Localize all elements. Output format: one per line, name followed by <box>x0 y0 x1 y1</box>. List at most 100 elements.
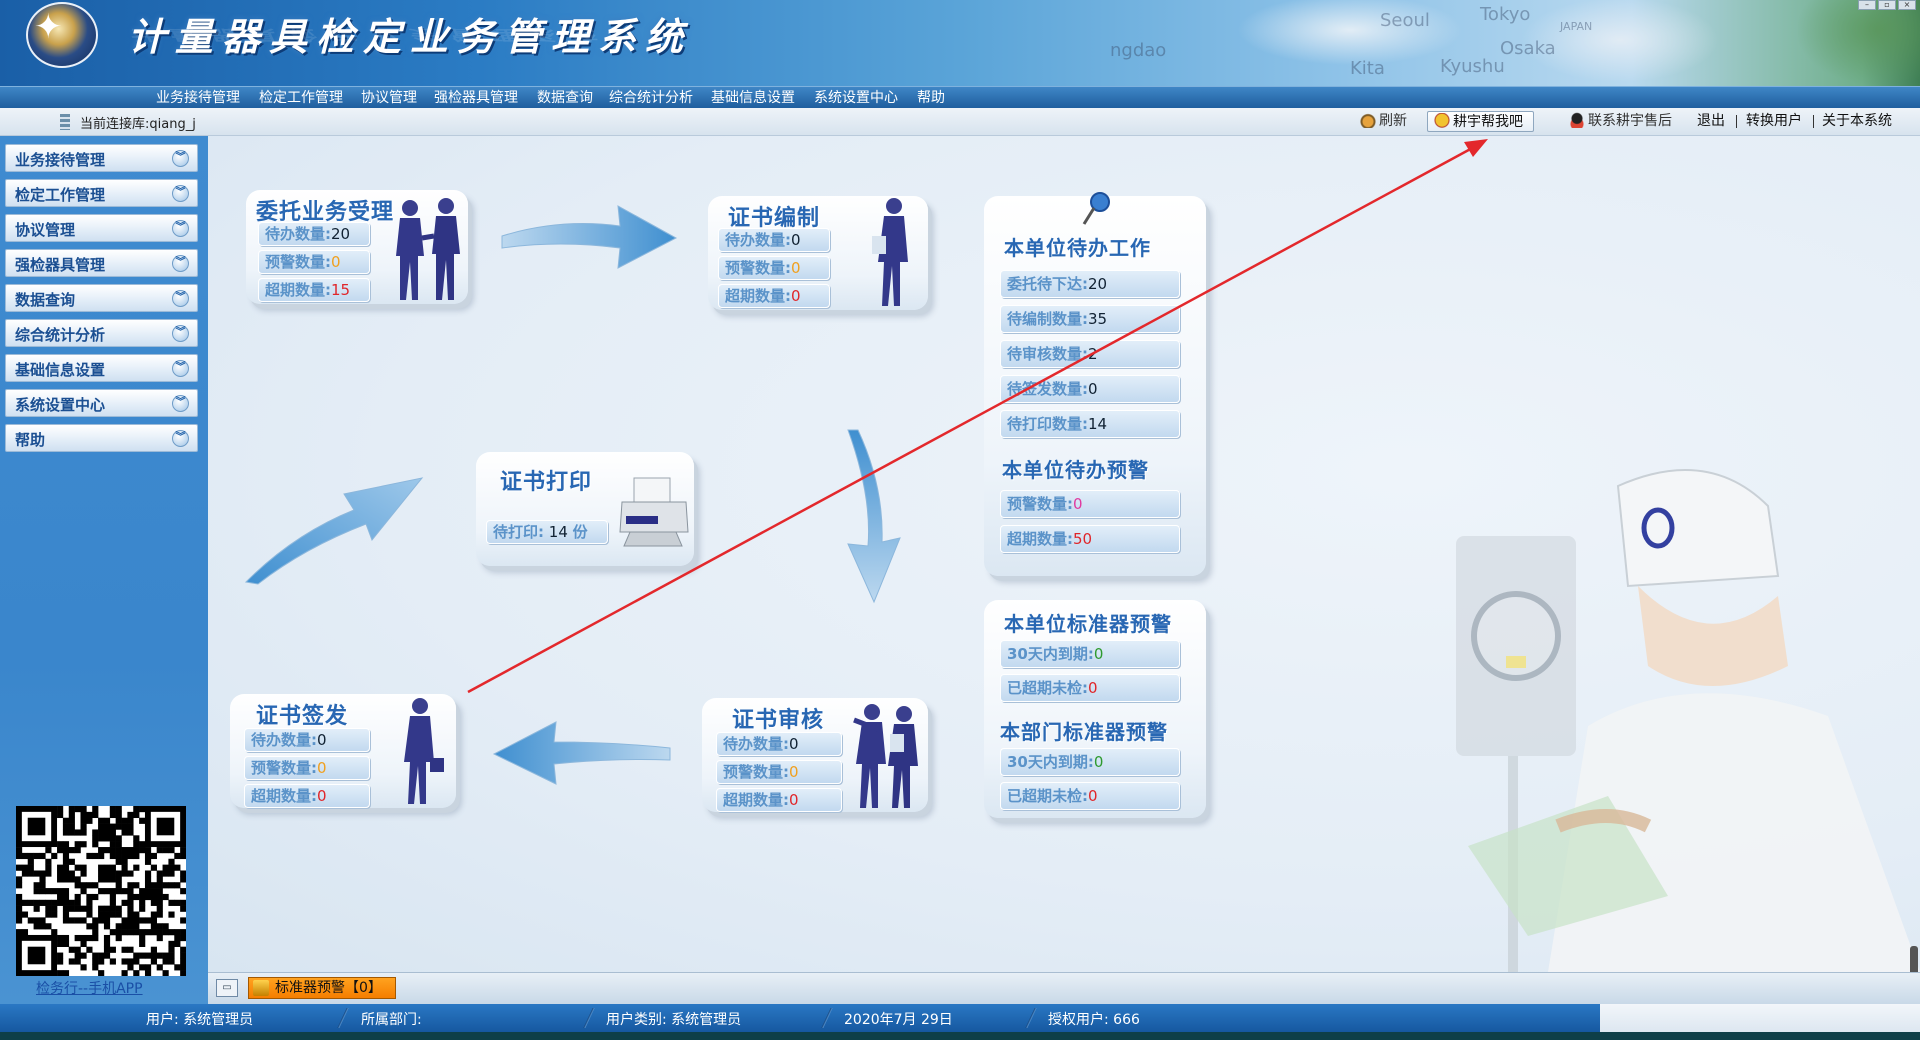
menu-item-statistics[interactable]: 综合统计分析 <box>609 89 693 107</box>
standard-value: 0 <box>1088 679 1098 697</box>
title-banner: Seoul Tokyo Osaka JAPAN Kyushu ngdao Kit… <box>0 0 1920 86</box>
todo-item[interactable]: 待打印数量:14 <box>1000 410 1180 438</box>
standard-item[interactable]: 已超期未检:0 <box>1000 674 1180 702</box>
chevron-down-icon: ︾ <box>172 150 189 167</box>
flow-arrow-right <box>501 205 678 269</box>
chevron-down-icon: ︾ <box>172 290 189 307</box>
star-icon: ✦ <box>34 7 63 47</box>
database-icon <box>60 114 70 130</box>
standard-item[interactable]: 30天内到期:0 <box>1000 748 1180 776</box>
menu-item-mandatory[interactable]: 强检器具管理 <box>434 89 518 107</box>
sidebar-item-label: 检定工作管理 <box>15 186 106 204</box>
standard-label: 30天内到期: <box>1007 645 1094 663</box>
flow-arrow-left <box>492 721 671 785</box>
standard-item[interactable]: 已超期未检:0 <box>1000 782 1180 810</box>
warn-label: 预警数量: <box>725 259 791 277</box>
exit-link[interactable]: 退出 <box>1697 111 1725 132</box>
sidebar-item-help[interactable]: 帮助 ︾ <box>5 424 198 452</box>
pending-count: 待办数量:0 <box>718 228 830 252</box>
warn-value: 0 <box>331 253 341 271</box>
todo-value: 20 <box>1088 275 1108 293</box>
todo-label: 待打印数量: <box>1007 415 1088 433</box>
standard-item[interactable]: 30天内到期:0 <box>1000 640 1180 668</box>
help-me-label: 耕宇帮我吧 <box>1453 114 1523 130</box>
card-title: 证书签发 <box>256 704 349 729</box>
sidebar-item-verification[interactable]: 检定工作管理 ︾ <box>5 179 198 207</box>
maximize-icon[interactable]: ▫ <box>1878 0 1896 10</box>
sidebar-item-label: 综合统计分析 <box>15 326 106 344</box>
map-label: Kita <box>1350 58 1385 79</box>
standard-label: 已超期未检: <box>1007 679 1088 697</box>
card-unit-todo: 本单位待办工作 委托待下达:20 待编制数量:35 待审核数量:2 待签发数量:… <box>984 192 1206 576</box>
todo-value: 14 <box>1088 415 1108 433</box>
window-controls: – ▫ × <box>1858 0 1916 10</box>
todo-label: 待编制数量: <box>1007 310 1088 328</box>
standard-label: 已超期未检: <box>1007 787 1088 805</box>
minimize-icon[interactable]: – <box>1858 0 1876 10</box>
card-title: 证书打印 <box>500 470 593 495</box>
todo-item[interactable]: 委托待下达:20 <box>1000 270 1180 298</box>
scrollbar-thumb[interactable] <box>1910 946 1918 972</box>
chevron-down-icon: ︾ <box>172 395 189 412</box>
card-cert-compile[interactable]: 证书编制 待办数量:0 预警数量:0 超期数量:0 <box>708 196 928 310</box>
contact-label: 联系耕宇售后 <box>1588 113 1672 129</box>
menu-item-reception[interactable]: 业务接待管理 <box>156 89 240 107</box>
mobile-app-link[interactable]: 检务行--手机APP <box>36 978 143 998</box>
todo-label: 待签发数量: <box>1007 380 1088 398</box>
sidebar-item-mandatory[interactable]: 强检器具管理 ︾ <box>5 249 198 277</box>
menu-item-query[interactable]: 数据查询 <box>537 89 593 107</box>
todo-item[interactable]: 待编制数量:35 <box>1000 305 1180 333</box>
about-link[interactable]: 关于本系统 <box>1822 111 1892 132</box>
switch-user-link[interactable]: 转换用户 <box>1746 111 1802 132</box>
warn-count: 预警数量:0 <box>258 250 370 274</box>
sidebar-item-system[interactable]: 系统设置中心 ︾ <box>5 389 198 417</box>
chevron-down-icon: ︾ <box>172 430 189 447</box>
chevron-down-icon: ︾ <box>172 255 189 272</box>
qq-icon <box>1569 112 1585 128</box>
sidebar-item-reception[interactable]: 业务接待管理 ︾ <box>5 144 198 172</box>
warn-label: 预警数量: <box>723 763 789 781</box>
pending-value: 0 <box>791 231 801 249</box>
contact-support-button[interactable]: 联系耕宇售后 <box>1569 111 1672 132</box>
refresh-button[interactable]: 刷新 <box>1360 111 1407 132</box>
menu-item-verification[interactable]: 检定工作管理 <box>259 89 343 107</box>
menu-item-help[interactable]: 帮助 <box>917 89 945 107</box>
menu-item-system[interactable]: 系统设置中心 <box>814 89 898 107</box>
pending-value: 20 <box>331 225 351 243</box>
todo-value: 0 <box>1088 380 1098 398</box>
pending-count: 待办数量:20 <box>258 222 370 246</box>
help-me-button[interactable]: 耕宇帮我吧 <box>1427 111 1534 132</box>
window-list-icon[interactable]: ▭ <box>216 979 238 997</box>
menu-item-base-info[interactable]: 基础信息设置 <box>711 89 795 107</box>
status-date: 2020年7月 29日 <box>844 1012 953 1028</box>
standard-value: 0 <box>1093 753 1104 771</box>
separator <box>1736 115 1737 128</box>
overdue-value: 50 <box>1073 530 1093 548</box>
pending-label: 待办数量: <box>265 225 331 243</box>
warn-item[interactable]: 预警数量:0 <box>1000 490 1180 518</box>
todo-item[interactable]: 待签发数量:0 <box>1000 375 1180 403</box>
menu-item-agreement[interactable]: 协议管理 <box>361 89 417 107</box>
overdue-item[interactable]: 超期数量:50 <box>1000 525 1180 553</box>
tab-standard-warning[interactable]: 标准器预警【0】 <box>248 977 396 999</box>
map-label: Osaka <box>1500 38 1556 59</box>
main-menu: 业务接待管理 检定工作管理 协议管理 强检器具管理 数据查询 综合统计分析 基础… <box>0 86 1920 108</box>
card-title: 证书审核 <box>732 708 825 733</box>
map-label: Seoul <box>1380 10 1430 31</box>
chevron-down-icon: ︾ <box>172 360 189 377</box>
card-entrust-acceptance[interactable]: 委托业务受理 待办数量:20 预警数量:0 超期数量:15 <box>246 190 468 304</box>
map-label: ngdao <box>1110 40 1167 61</box>
sidebar-item-query[interactable]: 数据查询 ︾ <box>5 284 198 312</box>
map-label: Kyushu <box>1440 56 1505 77</box>
todo-item[interactable]: 待审核数量:2 <box>1000 340 1180 368</box>
card-cert-print[interactable]: 证书打印 待打印: 14 份 <box>476 452 694 566</box>
card-cert-review[interactable]: 证书审核 待办数量:0 预警数量:0 超期数量:0 <box>702 698 928 812</box>
flow-arrow-down <box>847 429 901 604</box>
card-cert-issue[interactable]: 证书签发 待办数量:0 预警数量:0 超期数量:0 <box>230 694 456 808</box>
connection-label: 当前连接库:qiang_j <box>80 117 196 132</box>
warn-value: 0 <box>791 259 801 277</box>
close-icon[interactable]: × <box>1898 0 1916 10</box>
sidebar-item-base-info[interactable]: 基础信息设置 ︾ <box>5 354 198 382</box>
sidebar-item-agreement[interactable]: 协议管理 ︾ <box>5 214 198 242</box>
sidebar-item-statistics[interactable]: 综合统计分析 ︾ <box>5 319 198 347</box>
